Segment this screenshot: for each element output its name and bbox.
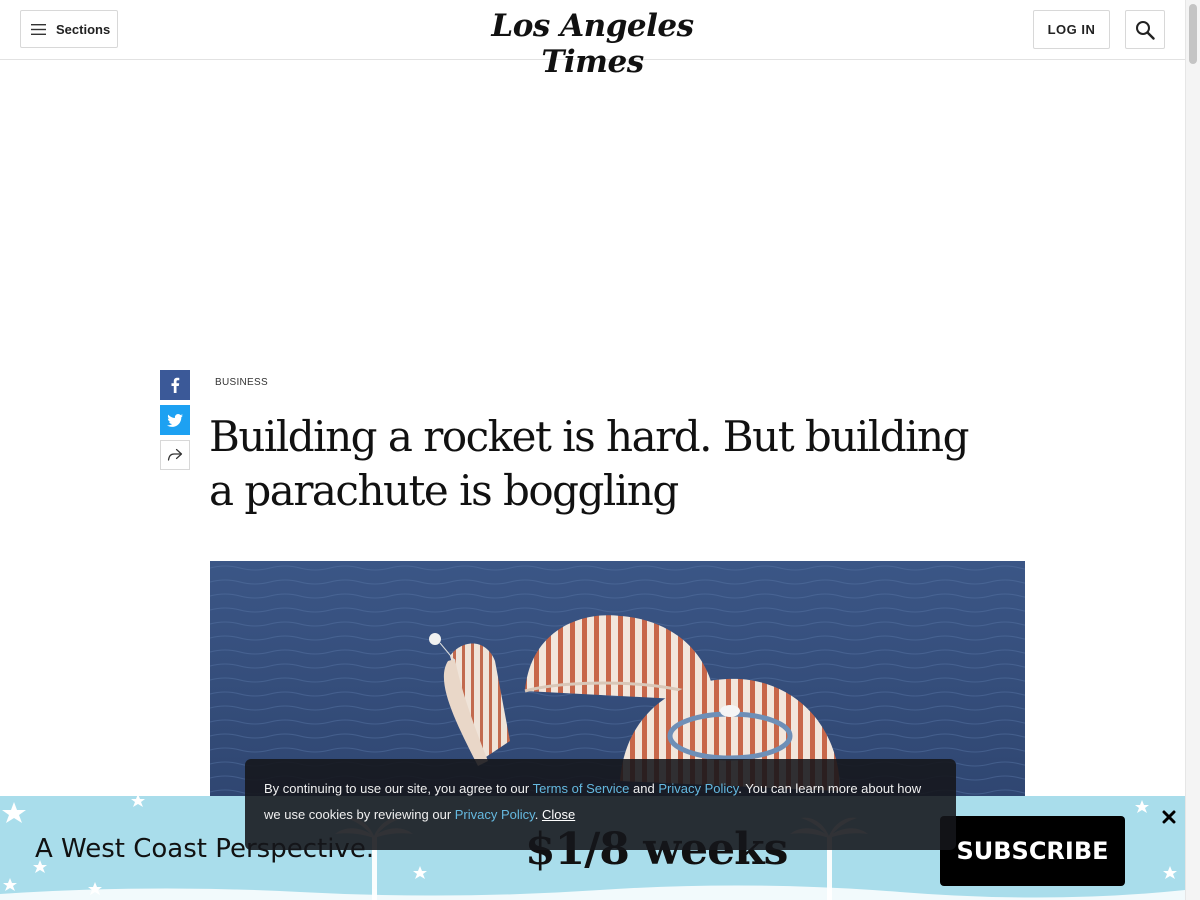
search-button[interactable] (1125, 10, 1165, 49)
cookie-text-1: By continuing to use our site, you agree… (264, 781, 533, 796)
cookie-close-link[interactable]: Close (542, 807, 575, 822)
subscribe-button[interactable]: SUBSCRIBE (940, 816, 1125, 886)
page-scrollbar[interactable] (1185, 0, 1200, 900)
site-logo[interactable]: Los Angeles Times (440, 8, 745, 80)
login-button[interactable]: LOG IN (1033, 10, 1110, 49)
twitter-icon (167, 413, 183, 427)
facebook-icon (171, 377, 180, 393)
sections-menu-button[interactable]: Sections (20, 10, 118, 48)
twitter-share-button[interactable] (160, 405, 190, 435)
search-icon (1136, 20, 1155, 40)
cookie-notice: By continuing to use our site, you agree… (245, 759, 956, 850)
sections-label: Sections (56, 21, 111, 37)
privacy-policy-link-2[interactable]: Privacy Policy (455, 807, 535, 822)
site-header: Sections Los Angeles Times LOG IN (0, 0, 1185, 80)
share-arrow-icon (167, 448, 183, 461)
privacy-policy-link[interactable]: Privacy Policy (658, 781, 738, 796)
scrollbar-thumb[interactable] (1189, 4, 1197, 64)
article-headline: Building a rocket is hard. But building … (209, 412, 969, 515)
close-icon (1162, 810, 1176, 824)
more-share-button[interactable] (160, 440, 190, 470)
terms-of-service-link[interactable]: Terms of Service (533, 781, 630, 796)
banner-close-button[interactable] (1158, 806, 1180, 828)
section-kicker[interactable]: BUSINESS (215, 377, 268, 388)
cookie-text-2: and (629, 781, 659, 796)
cookie-text-4: . (534, 807, 542, 822)
facebook-share-button[interactable] (160, 370, 190, 400)
hamburger-icon (31, 23, 46, 35)
